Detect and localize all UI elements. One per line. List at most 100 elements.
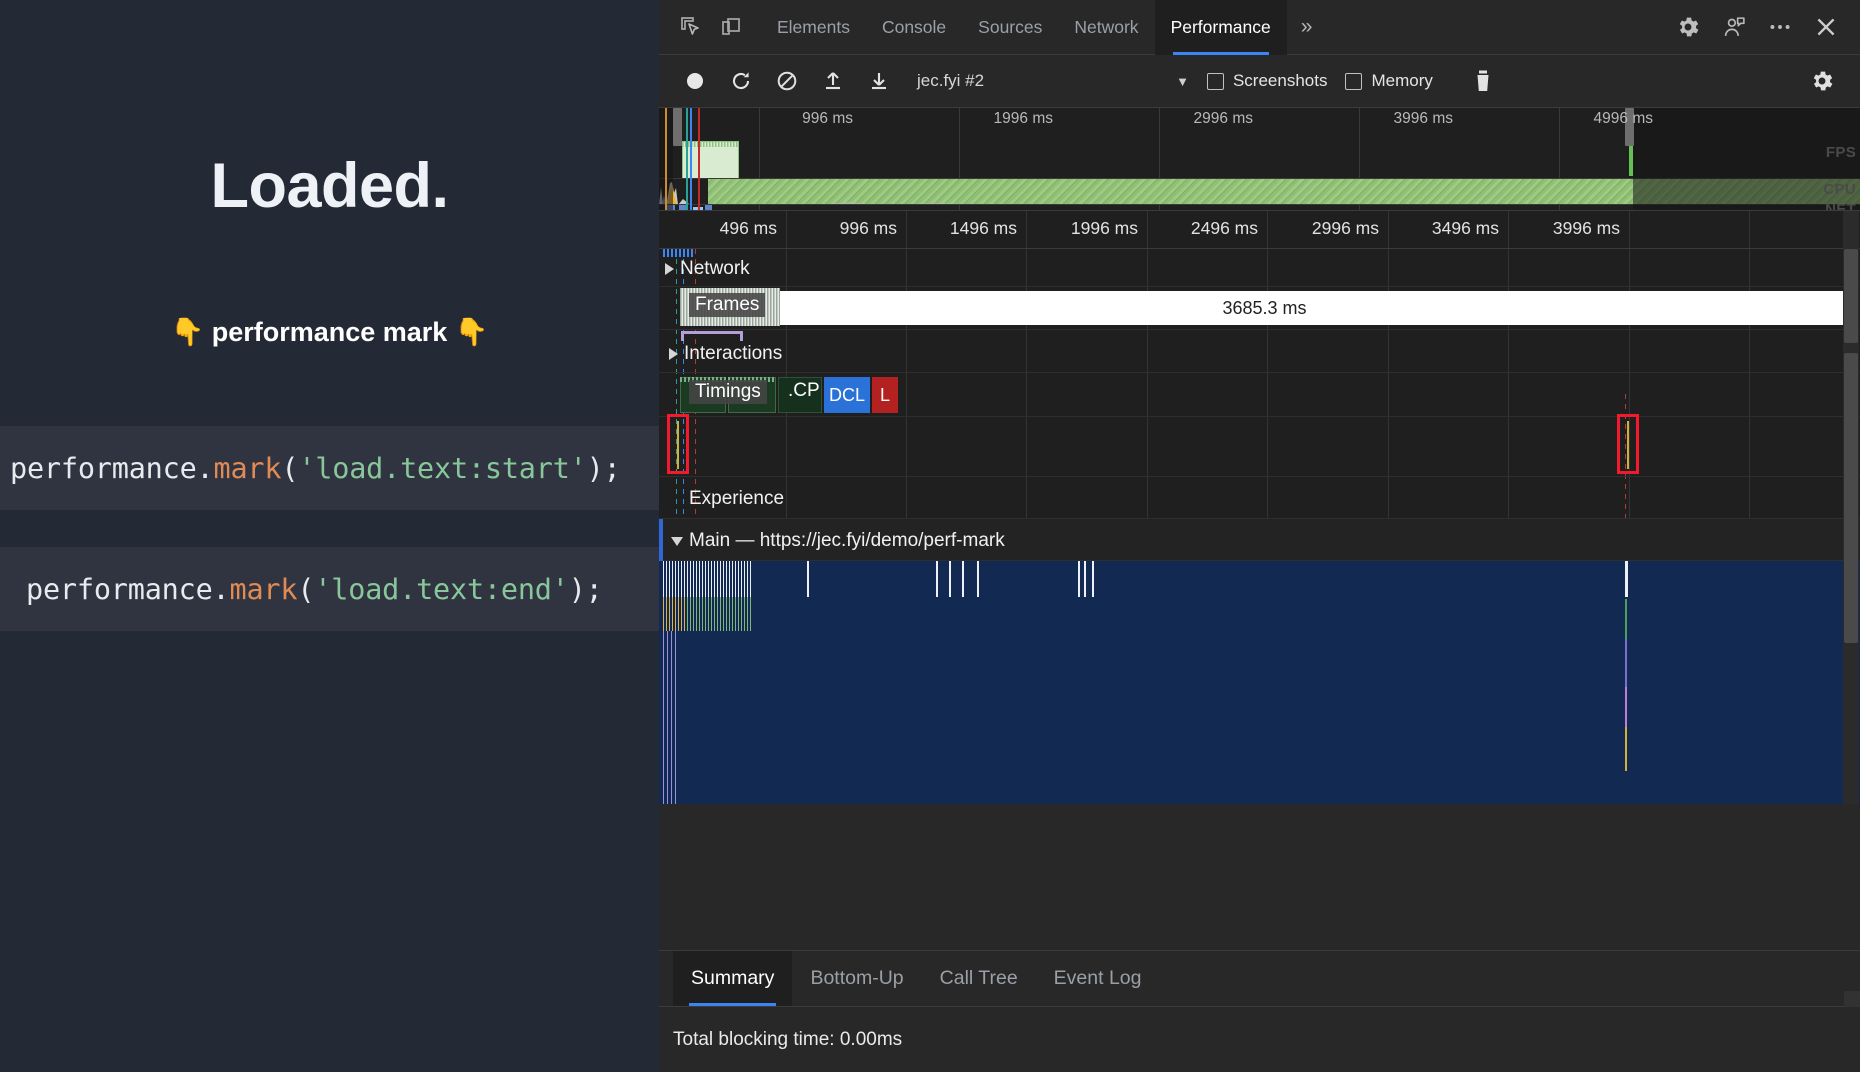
annotation-box-mark-end <box>1617 414 1639 474</box>
track-label: Experience <box>689 488 784 510</box>
clear-button[interactable] <box>765 61 809 101</box>
overview-tick: 3996 ms <box>1394 110 1459 128</box>
code-object: performance <box>10 452 197 485</box>
devtools-tabbar: Elements Console Sources Network Perform… <box>659 0 1860 55</box>
page-subtitle: 👇 performance mark 👇 <box>0 316 659 348</box>
interaction-bracket <box>681 331 743 341</box>
tab-elements[interactable]: Elements <box>761 0 866 55</box>
track-marker-row <box>659 417 1860 477</box>
code-block-mark-end: performance.mark('load.text:end'); <box>0 547 659 631</box>
tab-label: Sources <box>978 17 1042 38</box>
code-function: mark <box>214 452 282 485</box>
code-string: 'load.text:start' <box>298 452 586 485</box>
tab-summary[interactable]: Summary <box>673 951 792 1006</box>
ruler-tick: 3996 ms <box>1553 218 1629 239</box>
tab-console[interactable]: Console <box>866 0 962 55</box>
code-paren-close: ); <box>587 452 621 485</box>
save-profile-button[interactable] <box>857 61 901 101</box>
total-blocking-time: Total blocking time: 0.00ms <box>673 1029 1846 1051</box>
overview-tick: 2996 ms <box>1194 110 1259 128</box>
track-interactions[interactable] <box>659 330 1860 373</box>
tab-label: Network <box>1074 17 1138 38</box>
timeline-overview[interactable]: FPS CPU <box>659 108 1860 211</box>
track-label: Interactions <box>684 343 782 365</box>
timeline-ruler: 496 ms 996 ms 1496 ms 1996 ms 2496 ms 29… <box>659 211 1860 249</box>
code-paren-open: ( <box>281 452 298 485</box>
checkbox-box <box>1345 73 1362 90</box>
device-toolbar-icon[interactable] <box>711 8 751 46</box>
close-icon[interactable] <box>1806 8 1846 46</box>
tracks-scrollbar-thumb-top[interactable] <box>1844 249 1858 343</box>
tab-network[interactable]: Network <box>1058 0 1154 55</box>
capture-settings-gear-icon[interactable] <box>1800 61 1844 101</box>
overview-tick: 996 ms <box>802 110 859 128</box>
devtools-tabbar-actions <box>1668 8 1860 46</box>
code-dot: . <box>197 452 214 485</box>
track-label: Network <box>680 258 750 280</box>
chevron-down-icon[interactable] <box>671 537 683 546</box>
tab-bottom-up[interactable]: Bottom-Up <box>792 951 921 1006</box>
frame-duration-label: 3685.3 ms <box>1222 298 1306 319</box>
tab-call-tree[interactable]: Call Tree <box>922 951 1036 1006</box>
record-button[interactable] <box>673 61 717 101</box>
track-title-frames[interactable]: Frames <box>689 293 765 317</box>
code-paren-open: ( <box>297 573 314 606</box>
trash-icon[interactable] <box>1461 61 1505 101</box>
performance-capture-toolbar: jec.fyi #2 ▼ Screenshots Memory <box>659 55 1860 108</box>
timeline-tracks[interactable]: Network 3685.3 ms Frames Interactions Ti… <box>659 249 1860 804</box>
annotation-box-mark-start <box>667 414 689 474</box>
reload-and-record-button[interactable] <box>719 61 763 101</box>
inspect-element-icon[interactable] <box>671 8 711 46</box>
overview-ruler: 996 ms 1996 ms 2996 ms 3996 ms 4996 ms <box>659 108 1860 138</box>
drawer-scroll-corner[interactable] <box>1844 991 1860 1007</box>
track-network[interactable] <box>659 249 1860 287</box>
memory-label: Memory <box>1371 71 1432 91</box>
code-dot: . <box>213 573 230 606</box>
more-tabs-icon[interactable]: » <box>1287 0 1327 55</box>
track-title-main[interactable]: Main — https://jec.fyi/demo/perf-mark <box>671 530 1005 552</box>
drawer-tabs: Summary Bottom-Up Call Tree Event Log <box>659 951 1860 1007</box>
badge-dcl[interactable]: DCL <box>824 377 870 413</box>
session-name-label: jec.fyi #2 <box>917 71 984 91</box>
settings-gear-icon[interactable] <box>1668 8 1708 46</box>
chevron-right-icon[interactable] <box>665 263 674 275</box>
code-block-divider <box>0 510 659 547</box>
code-object: performance <box>26 573 213 606</box>
screenshots-checkbox[interactable]: Screenshots <box>1207 71 1328 91</box>
tab-label: Call Tree <box>940 967 1018 990</box>
main-flame-chart[interactable] <box>659 561 1860 804</box>
timing-label-lcp: .CP <box>788 380 820 402</box>
more-options-icon[interactable] <box>1760 8 1800 46</box>
checkbox-box <box>1207 73 1224 90</box>
tracks-scrollbar-top[interactable] <box>1843 211 1859 249</box>
ruler-tick: 1496 ms <box>950 218 1026 239</box>
tab-sources[interactable]: Sources <box>962 0 1058 55</box>
code-function: mark <box>230 573 298 606</box>
track-title-timings[interactable]: Timings <box>689 380 767 404</box>
devtools-panel: Elements Console Sources Network Perform… <box>659 0 1860 1072</box>
network-mini-requests <box>663 249 693 257</box>
track-experience[interactable] <box>659 477 1860 519</box>
feedback-icon[interactable] <box>1714 8 1754 46</box>
chevron-down-icon[interactable]: ▼ <box>1176 74 1189 89</box>
ruler-tick: 496 ms <box>720 218 786 239</box>
web-page-viewport: Loaded. 👇 performance mark 👇 performance… <box>0 0 659 1072</box>
overview-tick: 4996 ms <box>1594 110 1659 128</box>
code-paren-close: ); <box>569 573 603 606</box>
tracks-scrollbar-thumb[interactable] <box>1844 353 1858 643</box>
memory-checkbox[interactable]: Memory <box>1345 71 1432 91</box>
load-profile-button[interactable] <box>811 61 855 101</box>
track-title-interactions[interactable]: Interactions <box>669 343 782 365</box>
track-title-network[interactable]: Network <box>665 258 750 280</box>
badge-l[interactable]: L <box>872 377 898 413</box>
tab-label: Console <box>882 17 946 38</box>
ruler-tick: 2996 ms <box>1312 218 1388 239</box>
track-title-experience[interactable]: Experience <box>689 488 784 510</box>
drawer-body: Total blocking time: 0.00ms <box>659 1007 1860 1051</box>
frame-duration-bar[interactable]: 3685.3 ms <box>680 291 1849 325</box>
ruler-tick: 2496 ms <box>1191 218 1267 239</box>
tab-performance[interactable]: Performance <box>1155 0 1287 55</box>
code-string: 'load.text:end' <box>314 573 568 606</box>
tab-event-log[interactable]: Event Log <box>1036 951 1160 1006</box>
chevron-right-icon[interactable] <box>669 348 678 360</box>
